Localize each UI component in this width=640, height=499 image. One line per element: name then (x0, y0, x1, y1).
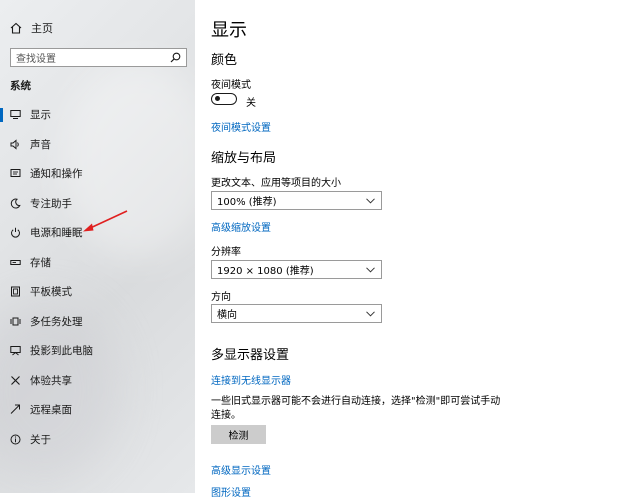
sidebar-item-label: 体验共享 (30, 374, 72, 387)
sidebar-item-label: 关于 (30, 433, 51, 446)
sidebar-item-notifications[interactable]: 通知和操作 (0, 159, 195, 189)
sidebar-item-tablet-mode[interactable]: 平板模式 (0, 277, 195, 307)
info-icon (10, 434, 21, 445)
graphics-settings-link[interactable]: 图形设置 (211, 484, 251, 499)
sidebar-item-label: 存储 (30, 256, 51, 269)
chevron-down-icon (366, 266, 375, 273)
home-label: 主页 (31, 22, 53, 35)
color-heading: 颜色 (211, 53, 238, 68)
sidebar-item-storage[interactable]: 存储 (0, 248, 195, 278)
multi-display-heading: 多显示器设置 (211, 348, 290, 363)
sidebar-item-label: 专注助手 (30, 197, 72, 210)
wireless-display-link[interactable]: 连接到无线显示器 (211, 372, 291, 387)
advanced-scaling-link[interactable]: 高级缩放设置 (211, 219, 271, 234)
detect-button[interactable]: 检测 (211, 425, 266, 444)
monitor-icon (10, 110, 21, 120)
sidebar-nav: 显示 声音 通知和操作 专注助手 电源和睡眠 存储 平板模式 多任务处理 投影到… (0, 100, 195, 454)
speaker-icon (10, 139, 19, 150)
chevron-down-icon (366, 310, 375, 317)
search-icon[interactable] (170, 52, 181, 63)
power-icon (11, 228, 20, 238)
scale-dropdown[interactable]: 100% (推荐) (211, 191, 382, 210)
sidebar-item-sound[interactable]: 声音 (0, 130, 195, 160)
sidebar-item-remote-desktop[interactable]: 远程桌面 (0, 395, 195, 425)
search-input[interactable]: 查找设置 (10, 48, 187, 67)
resolution-value: 1920 × 1080 (推荐) (217, 266, 314, 277)
scale-layout-heading: 缩放与布局 (211, 151, 277, 166)
sidebar-item-label: 平板模式 (30, 286, 72, 299)
multitask-icon (10, 317, 21, 326)
sidebar-item-label: 通知和操作 (30, 168, 83, 181)
sidebar-item-multitasking[interactable]: 多任务处理 (0, 307, 195, 337)
night-light-toggle[interactable] (211, 93, 237, 105)
section-title: 系统 (10, 80, 31, 92)
orientation-value: 横向 (217, 310, 237, 321)
remote-icon (10, 404, 20, 415)
sidebar-item-label: 投影到此电脑 (30, 345, 93, 358)
storage-icon (10, 259, 21, 265)
moon-icon (10, 198, 21, 209)
sidebar-item-project-to-pc[interactable]: 投影到此电脑 (0, 336, 195, 366)
sidebar-item-shared-experiences[interactable]: 体验共享 (0, 366, 195, 396)
resolution-label: 分辨率 (211, 247, 241, 258)
orientation-dropdown[interactable]: 横向 (211, 304, 382, 323)
share-icon (11, 375, 20, 385)
home-link[interactable]: 主页 (10, 18, 53, 38)
sidebar-item-about[interactable]: 关于 (0, 425, 195, 455)
resolution-dropdown[interactable]: 1920 × 1080 (推荐) (211, 260, 382, 279)
home-icon (10, 22, 22, 34)
page-title: 显示 (211, 20, 247, 41)
main-content: 显示 颜色 夜间模式 关 夜间模式设置 缩放与布局 更改文本、应用等项目的大小 … (195, 0, 640, 499)
multi-display-description: 一些旧式显示器可能不会进行自动连接，选择"检测"即可尝试手动连接。 (211, 396, 501, 421)
sidebar: 主页 查找设置 系统 显示 声音 通知和操作 专注助手 电源和睡眠 存储 平板模… (0, 0, 195, 493)
toggle-knob (215, 96, 220, 101)
tablet-icon (11, 286, 20, 297)
sidebar-item-label: 远程桌面 (30, 404, 72, 417)
orientation-label: 方向 (211, 292, 231, 303)
chevron-down-icon (366, 197, 375, 204)
night-light-settings-link[interactable]: 夜间模式设置 (211, 119, 271, 134)
search-placeholder: 查找设置 (16, 54, 56, 65)
annotation-arrow (83, 210, 128, 232)
sidebar-item-label: 多任务处理 (30, 315, 83, 328)
sidebar-item-label: 显示 (30, 109, 51, 122)
project-icon (10, 346, 21, 356)
sidebar-item-display[interactable]: 显示 (0, 100, 195, 130)
advanced-display-link[interactable]: 高级显示设置 (211, 462, 271, 477)
night-light-label: 夜间模式 (211, 80, 251, 91)
night-light-state: 关 (246, 98, 256, 109)
sidebar-item-label: 电源和睡眠 (30, 227, 83, 240)
scale-value: 100% (推荐) (217, 197, 277, 208)
scale-label: 更改文本、应用等项目的大小 (211, 178, 341, 189)
notification-icon (10, 169, 21, 178)
sidebar-item-label: 声音 (30, 138, 51, 151)
